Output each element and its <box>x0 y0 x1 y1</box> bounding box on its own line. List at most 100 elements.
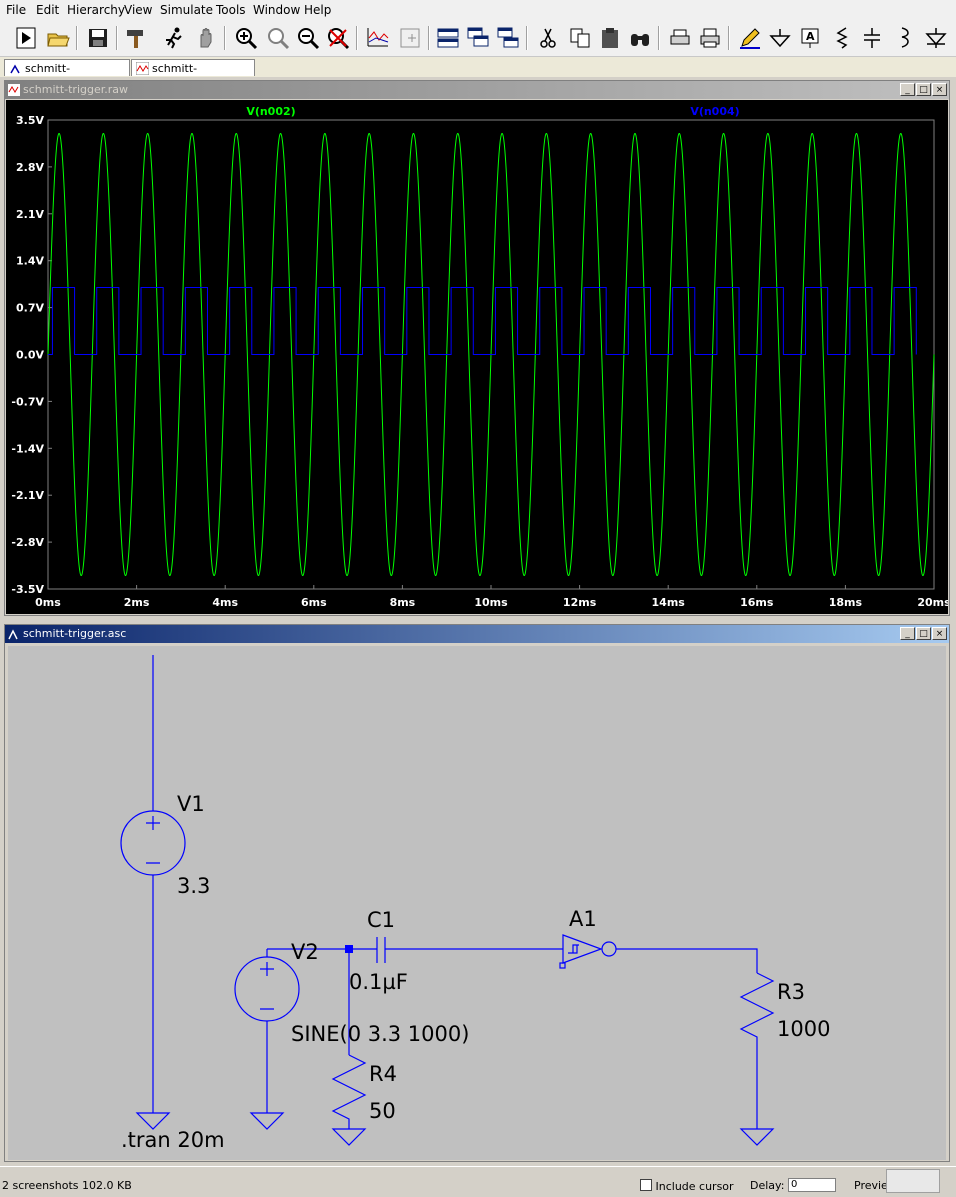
waveform-window-title: schmitt-trigger.raw <box>23 83 129 96</box>
print-button[interactable] <box>696 24 724 52</box>
waveform-plot[interactable]: 3.5V 2.8V 2.1V 1.4V 0.7V 0.0V -0.7V -1.4V -2.1V -… <box>6 100 948 614</box>
schematic-window: schmitt-trigger.asc _ □ × V1 3.3 V2 SINE… <box>4 624 950 1162</box>
open-button[interactable] <box>44 24 72 52</box>
close-button[interactable]: × <box>932 83 947 96</box>
x-tick-label: 8ms <box>390 596 416 609</box>
schematic-file-icon <box>8 629 18 640</box>
x-tick-label: 2ms <box>124 596 150 609</box>
print-setup-button[interactable] <box>666 24 694 52</box>
waveform-window-titlebar[interactable]: schmitt-trigger.raw <box>5 81 949 99</box>
ground-icon <box>769 29 791 48</box>
menu-hierarchy[interactable]: Hierarchy <box>67 3 125 17</box>
halt-hand-icon <box>200 28 212 48</box>
tile-horizontal-button[interactable] <box>434 24 462 52</box>
inductor-icon <box>901 27 909 48</box>
schematic-window-title: schmitt-trigger.asc <box>23 627 127 640</box>
ground-button[interactable] <box>766 24 794 52</box>
x-tick-label: 18ms <box>829 596 863 609</box>
maximize-button[interactable]: □ <box>916 83 931 96</box>
capacitor-button[interactable] <box>858 24 886 52</box>
x-tick-label: 16ms <box>740 596 774 609</box>
checkbox-box <box>640 1179 652 1191</box>
print-icon <box>700 28 720 48</box>
r4-name-label: R4 <box>369 1062 397 1086</box>
cut-icon <box>540 28 556 48</box>
y-tick-label: -0.7V <box>11 395 44 408</box>
minimize-button[interactable]: _ <box>900 83 915 96</box>
menu-view[interactable]: View <box>124 3 152 17</box>
cascade-icon <box>467 27 489 47</box>
schematic-file-icon <box>10 64 20 74</box>
tran-directive[interactable]: .tran 20m <box>121 1128 225 1152</box>
r3-name-label: R3 <box>777 980 805 1004</box>
delay-input[interactable]: 0 <box>788 1178 836 1192</box>
menu-help[interactable]: Help <box>304 3 331 17</box>
trace-label[interactable]: V(n004) <box>690 105 739 118</box>
draw-wire-button[interactable] <box>736 24 764 52</box>
menu-tools[interactable]: Tools <box>216 3 246 17</box>
y-tick-label: -2.8V <box>11 536 44 549</box>
v1-value-label: 3.3 <box>177 874 210 898</box>
include-cursor-checkbox[interactable]: Include cursor <box>640 1179 734 1193</box>
label-icon: A <box>801 28 819 48</box>
schematic-window-titlebar[interactable]: schmitt-trigger.asc <box>5 625 949 643</box>
junction-node <box>345 945 353 953</box>
zoom-out-button[interactable] <box>294 24 322 52</box>
minimize-button[interactable]: _ <box>900 627 915 640</box>
menu-simulate[interactable]: Simulate <box>160 3 213 17</box>
schematic-canvas[interactable]: V1 3.3 V2 SINE(0 3.3 1000) C1 0.1µF A1 R… <box>8 646 946 1160</box>
v2-name-label: V2 <box>291 940 319 964</box>
close-button[interactable]: × <box>932 627 947 640</box>
x-tick-label: 6ms <box>301 596 327 609</box>
waveform-window: schmitt-trigger.raw _ □ × 3.5V 2.8V 2.1V 1.… <box>4 80 950 616</box>
save-icon <box>89 29 107 47</box>
document-tabbar: schmitt-trigger.asc schmitt-trigger.raw <box>0 57 956 92</box>
toolbar: A <box>0 20 956 57</box>
autorange-button[interactable] <box>364 24 392 52</box>
trace-label[interactable]: V(n002) <box>246 105 295 118</box>
status-text: 2 screenshots 102.0 KB <box>2 1179 132 1192</box>
zoom-fit-button[interactable] <box>396 24 424 52</box>
copy-button[interactable] <box>566 24 594 52</box>
tab-waveform[interactable]: schmitt-trigger.raw <box>131 59 255 92</box>
v1-name-label: V1 <box>177 792 205 816</box>
pan-button[interactable] <box>264 24 292 52</box>
diode-icon <box>925 28 947 48</box>
tile-horizontal-icon <box>437 28 459 48</box>
diode-button[interactable] <box>922 24 950 52</box>
run-button[interactable] <box>12 24 40 52</box>
svg-text:A: A <box>806 30 815 43</box>
hammer-button[interactable] <box>122 24 150 52</box>
r3-value-label: 1000 <box>777 1017 830 1041</box>
y-tick-label: 2.1V <box>16 208 44 221</box>
zoom-cancel-button[interactable] <box>324 24 352 52</box>
cascade-button[interactable] <box>464 24 492 52</box>
paste-button[interactable] <box>596 24 624 52</box>
y-tick-label: 2.8V <box>16 161 44 174</box>
menu-edit[interactable]: Edit <box>36 3 59 17</box>
x-tick-label: 4ms <box>212 596 238 609</box>
capacitor-icon <box>864 28 880 48</box>
halt-button[interactable] <box>192 24 220 52</box>
tile-vertical-icon <box>497 27 519 48</box>
run-sim-button[interactable] <box>160 24 188 52</box>
inductor-button[interactable] <box>890 24 918 52</box>
label-net-button[interactable]: A <box>796 24 824 52</box>
menu-file[interactable]: File <box>6 3 26 17</box>
delay-label: Delay: <box>750 1179 785 1192</box>
tile-vertical-button[interactable] <box>494 24 522 52</box>
resistor-button[interactable] <box>828 24 856 52</box>
open-folder-icon <box>47 33 70 47</box>
x-tick-label: 14ms <box>652 596 686 609</box>
tab-schematic[interactable]: schmitt-trigger.asc <box>4 59 130 92</box>
zoom-cancel-icon <box>328 28 350 50</box>
save-button[interactable] <box>84 24 112 52</box>
find-icon <box>631 34 649 46</box>
zoom-out-icon <box>298 28 320 50</box>
menu-window[interactable]: Window <box>253 3 300 17</box>
zoom-in-button[interactable] <box>232 24 260 52</box>
maximize-button[interactable]: □ <box>916 627 931 640</box>
cut-button[interactable] <box>534 24 562 52</box>
find-button[interactable] <box>626 24 654 52</box>
zoom-fit-icon <box>400 28 420 48</box>
